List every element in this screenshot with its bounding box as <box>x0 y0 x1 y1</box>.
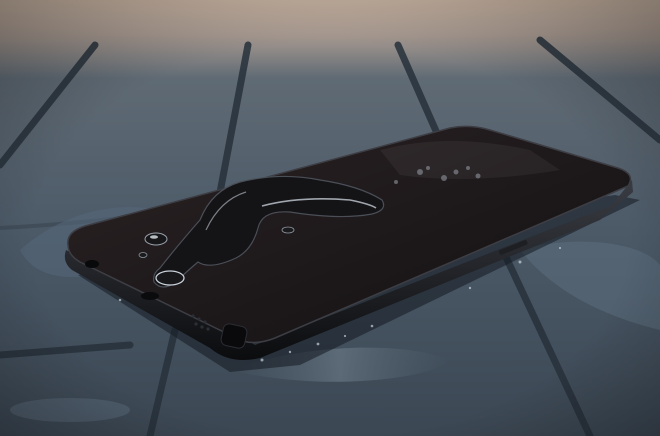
photo-scene <box>0 0 660 436</box>
vignette-overlay <box>0 0 660 436</box>
photo-canvas <box>0 0 660 436</box>
